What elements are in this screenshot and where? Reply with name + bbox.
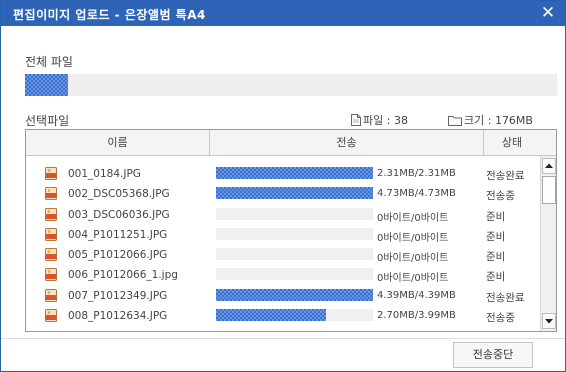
folder-icon — [448, 116, 462, 126]
overall-progress-bar — [25, 74, 557, 96]
table-row[interactable]: 004_P1011251.JPG 0바이트/0바이트 준비 — [26, 225, 540, 245]
arrow-up-icon — [545, 163, 553, 168]
file-transfer-size: 4.73MB/4.73MB — [377, 188, 456, 200]
title-bar[interactable]: 편집이미지 업로드 - 은장앨범 특A4 ✕ — [1, 1, 565, 26]
table-row[interactable]: 006_P1012066_1.jpg 0바이트/0바이트 준비 — [26, 265, 540, 285]
close-icon[interactable]: ✕ — [539, 3, 557, 23]
column-header-transfer[interactable]: 전송 — [210, 130, 484, 156]
jpg-file-icon — [45, 288, 57, 302]
file-progress-fill — [216, 309, 326, 322]
jpg-file-icon — [45, 268, 57, 282]
jpg-file-icon — [45, 167, 57, 180]
file-status: 준비 — [486, 210, 506, 223]
scroll-thumb[interactable] — [542, 176, 556, 204]
file-transfer-size: 0바이트/0바이트 — [377, 253, 449, 265]
file-list: 001_0184.JPG 2.31MB/2.31MB 전송완료 002_DSC0536… — [26, 164, 540, 326]
file-progress-fill — [216, 187, 373, 200]
table-row[interactable]: 002_DSC05368.JPG 4.73MB/4.73MB 전송중 — [26, 184, 540, 204]
file-status: 전송중 — [486, 190, 515, 203]
scroll-up-button[interactable] — [542, 158, 556, 174]
jpg-file-icon — [45, 248, 57, 262]
file-transfer-size: 0바이트/0바이트 — [377, 232, 449, 244]
file-count-text: 파일 : 38 — [363, 114, 408, 127]
file-progress-fill — [216, 288, 373, 301]
file-status: 전송중 — [486, 312, 515, 325]
column-header-status[interactable]: 상태 — [484, 130, 540, 156]
file-name: 005_P1012066.JPG — [68, 249, 168, 262]
file-status: 준비 — [486, 251, 506, 264]
table-header: 이름 전송 상태 — [26, 130, 556, 156]
footer-divider — [1, 338, 565, 339]
file-name: 001_0184.JPG — [68, 168, 141, 180]
file-name: 007_P1012349.JPG — [68, 289, 168, 302]
file-name: 004_P1011251.JPG — [68, 228, 168, 241]
file-status: 준비 — [486, 230, 506, 243]
file-progress-bar — [216, 248, 373, 261]
file-progress-bar — [216, 309, 373, 322]
stop-transfer-button[interactable]: 전송중단 — [453, 342, 533, 368]
file-name: 002_DSC05368.JPG — [68, 188, 170, 201]
table-row[interactable]: 008_P1012634.JPG 2.70MB/3.99MB 전송중 — [26, 306, 540, 326]
jpg-file-icon — [45, 227, 57, 241]
table-row[interactable]: 005_P1012066.JPG 0바이트/0바이트 준비 — [26, 245, 540, 265]
jpg-file-icon — [45, 187, 57, 201]
file-progress-bar — [216, 268, 373, 281]
file-count-stat: 파일 : 38 — [351, 112, 408, 128]
scroll-down-button[interactable] — [542, 313, 556, 329]
selected-files-label: 선택파일 — [25, 114, 70, 128]
file-status: 전송완료 — [486, 170, 525, 182]
overall-label: 전체 파일 — [25, 55, 73, 69]
table-row[interactable]: 007_P1012349.JPG 4.39MB/4.39MB 전송완료 — [26, 286, 540, 306]
file-status: 전송완료 — [486, 291, 525, 304]
jpg-file-icon — [45, 309, 57, 323]
file-transfer-size: 0바이트/0바이트 — [377, 273, 449, 285]
table-row[interactable]: 003_DSC06036.JPG 0바이트/0바이트 준비 — [26, 205, 540, 225]
file-progress-fill — [216, 167, 373, 179]
file-name: 008_P1012634.JPG — [68, 310, 168, 323]
vertical-scrollbar[interactable] — [540, 156, 556, 331]
file-progress-bar — [216, 187, 373, 200]
file-progress-bar — [216, 227, 373, 240]
window-title: 편집이미지 업로드 - 은장앨범 특A4 — [13, 8, 206, 22]
file-progress-bar — [216, 167, 373, 179]
jpg-file-icon — [45, 207, 57, 221]
arrow-down-icon — [545, 319, 553, 324]
overall-progress-fill — [25, 74, 68, 96]
file-name: 003_DSC06036.JPG — [68, 208, 170, 221]
column-header-name[interactable]: 이름 — [26, 130, 210, 156]
upload-dialog: 편집이미지 업로드 - 은장앨범 특A4 ✕ 전체 파일 선택파일 파일 : 3… — [0, 0, 566, 372]
file-transfer-size: 0바이트/0바이트 — [377, 212, 449, 224]
file-progress-bar — [216, 288, 373, 301]
document-icon — [351, 114, 361, 126]
file-transfer-size: 2.31MB/2.31MB — [377, 168, 456, 179]
file-transfer-size: 2.70MB/3.99MB — [377, 310, 456, 322]
file-progress-bar — [216, 207, 373, 220]
file-name: 006_P1012066_1.jpg — [68, 269, 178, 282]
file-table: 이름 전송 상태 001_0184.JPG 2.31MB/2.31MB 전송완료 00… — [25, 129, 557, 332]
size-text: 크기 : 176MB — [464, 114, 533, 127]
file-status: 준비 — [486, 271, 506, 284]
size-stat: 크기 : 176MB — [448, 112, 533, 128]
table-row[interactable]: 001_0184.JPG 2.31MB/2.31MB 전송완료 — [26, 164, 540, 184]
file-transfer-size: 4.39MB/4.39MB — [377, 289, 456, 301]
